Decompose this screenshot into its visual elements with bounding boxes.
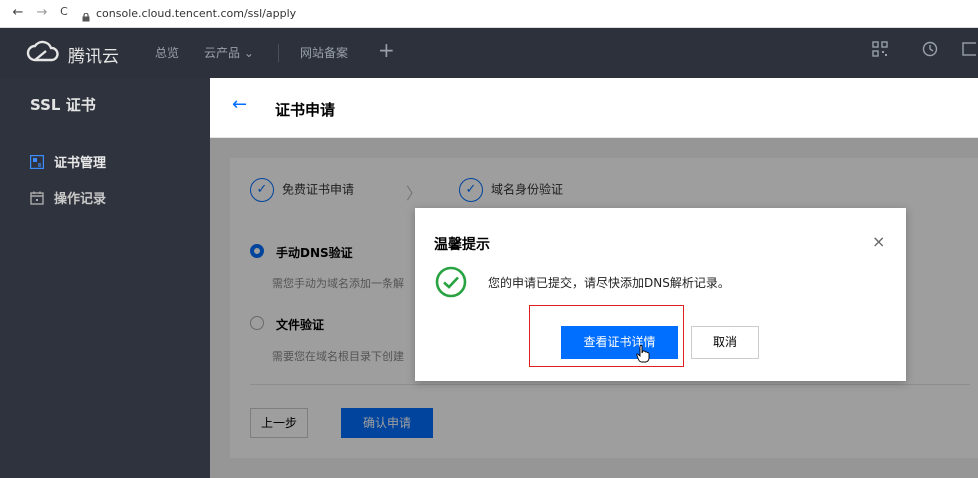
url-text: console.cloud.tencent.com/ssl/apply <box>96 7 297 20</box>
sidebar-item-operation-log[interactable]: 操作记录 <box>30 188 106 207</box>
reload-icon[interactable]: C <box>56 5 72 18</box>
view-cert-details-button[interactable]: 查看证书详情 <box>561 326 678 359</box>
nav-products[interactable]: 云产品 ⌄ <box>204 44 254 61</box>
sidebar-title: SSL 证书 <box>30 96 96 114</box>
calendar-icon <box>30 191 44 205</box>
hand-cursor-icon <box>636 345 650 363</box>
sidebar-item-cert-management[interactable]: 证书管理 <box>29 152 107 171</box>
nav-overview[interactable]: 总览 <box>155 44 179 61</box>
sidebar-item-label: 操作记录 <box>54 192 107 207</box>
page-title: 证书申请 <box>275 101 336 119</box>
address-bar[interactable]: console.cloud.tencent.com/ssl/apply <box>82 5 296 23</box>
cancel-button[interactable]: 取消 <box>691 326 759 359</box>
back-icon[interactable]: ← <box>10 5 26 20</box>
dialog-title: 温馨提示 <box>434 237 490 253</box>
message-icon[interactable] <box>962 41 978 61</box>
success-check-icon <box>435 266 467 298</box>
dialog-message: 您的申请已提交，请尽快添加DNS解析记录。 <box>488 276 730 290</box>
sidebar-item-label: 证书管理 <box>54 156 107 171</box>
nav-icp-filing[interactable]: 网站备案 <box>300 44 348 61</box>
close-icon[interactable]: × <box>872 232 885 251</box>
lock-icon <box>82 10 90 22</box>
page-header: ← 证书申请 <box>210 78 978 138</box>
nav-divider <box>278 44 279 62</box>
browser-bar: ← → C console.cloud.tencent.com/ssl/appl… <box>0 0 978 28</box>
brand-name: 腾讯云 <box>68 47 119 67</box>
add-icon[interactable]: + <box>378 38 395 62</box>
brand-logo[interactable]: 腾讯云 <box>26 40 119 67</box>
qrcode-icon[interactable] <box>872 41 888 61</box>
cert-icon <box>29 154 45 170</box>
clock-icon[interactable] <box>922 41 938 61</box>
top-navigation: 腾讯云 总览 云产品 ⌄ 网站备案 + <box>0 28 978 78</box>
back-arrow-icon[interactable]: ← <box>232 94 247 115</box>
cloud-logo-icon <box>26 40 59 62</box>
sidebar: SSL 证书 证书管理 操作记录 <box>0 78 210 478</box>
forward-icon[interactable]: → <box>34 5 50 20</box>
